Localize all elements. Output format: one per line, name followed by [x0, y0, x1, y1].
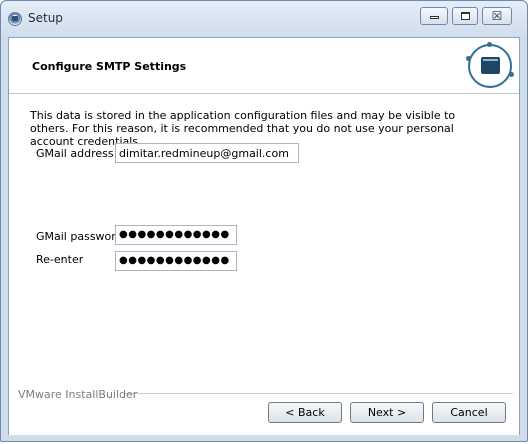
gmail-address-label: GMail address [36, 147, 114, 160]
logo-dot [487, 42, 492, 47]
logo-dot [509, 72, 514, 77]
installer-brand: VMware InstallBuilder [18, 388, 138, 401]
gmail-password-label: GMail password [36, 230, 123, 243]
next-button[interactable]: Next > [350, 402, 424, 423]
app-icon [8, 12, 22, 26]
footer-divider [125, 393, 513, 395]
installer-screen-icon [466, 42, 514, 88]
reenter-password-field[interactable]: ●●●●●●●●●●●● [115, 251, 237, 271]
reenter-label: Re-enter [36, 253, 84, 266]
button-bar: VMware InstallBuilder < Back Next > Canc… [9, 380, 519, 435]
gmail-password-field[interactable]: ●●●●●●●●●●●● [115, 225, 237, 245]
close-icon: ☒ [491, 9, 503, 23]
logo-screen [481, 57, 500, 74]
page-header: Configure SMTP Settings [9, 38, 519, 94]
gmail-address-field[interactable] [115, 143, 299, 163]
minimize-button[interactable] [420, 7, 448, 25]
maximize-icon [461, 12, 470, 20]
logo-dot [466, 56, 471, 61]
form-area: This data is stored in the application c… [9, 94, 519, 394]
minimize-icon [430, 16, 439, 19]
client-area: Configure SMTP Settings This data is sto… [8, 37, 520, 435]
title-bar[interactable]: Setup ☒ [1, 1, 527, 37]
setup-window: Setup ☒ Configure SMTP Settings This dat… [0, 0, 528, 442]
window-title: Setup [28, 11, 63, 25]
cancel-button[interactable]: Cancel [432, 402, 506, 423]
page-title: Configure SMTP Settings [32, 60, 187, 73]
back-button[interactable]: < Back [268, 402, 342, 423]
close-button[interactable]: ☒ [482, 7, 512, 25]
maximize-button[interactable] [452, 7, 478, 25]
